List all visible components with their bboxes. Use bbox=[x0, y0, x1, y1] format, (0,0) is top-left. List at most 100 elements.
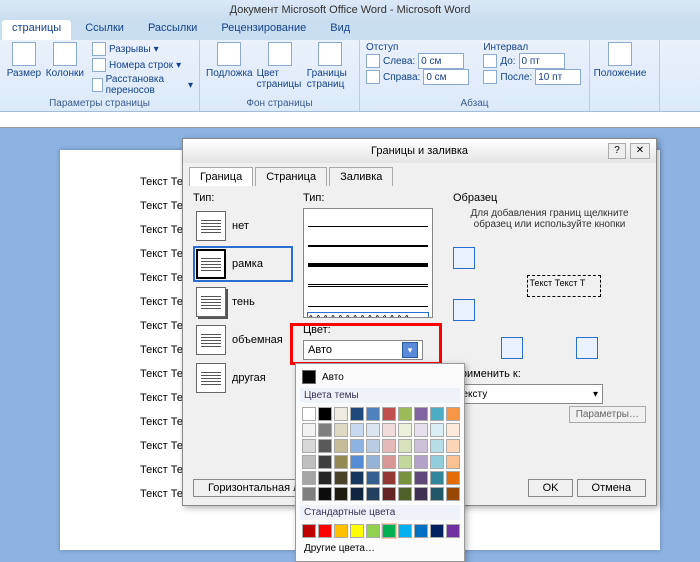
dialog-help-button[interactable]: ? bbox=[608, 143, 626, 159]
color-dropdown[interactable]: Авто ▾ bbox=[303, 340, 423, 360]
border-bottom-button[interactable] bbox=[453, 299, 475, 321]
border-right-button[interactable] bbox=[576, 337, 598, 359]
ribbon-tab-2[interactable]: Рассылки bbox=[138, 20, 207, 40]
color-swatch[interactable] bbox=[382, 471, 396, 485]
color-swatch[interactable] bbox=[318, 487, 332, 501]
color-swatch[interactable] bbox=[398, 439, 412, 453]
preset-custom[interactable]: другая bbox=[193, 360, 293, 396]
dialog-tab-border[interactable]: Граница bbox=[189, 167, 253, 186]
color-swatch[interactable] bbox=[430, 487, 444, 501]
ribbon-tab-3[interactable]: Рецензирование bbox=[211, 20, 316, 40]
hyphenation-button[interactable]: Расстановка переносов▾ bbox=[92, 74, 193, 96]
color-swatch[interactable] bbox=[334, 407, 348, 421]
color-swatch[interactable] bbox=[414, 407, 428, 421]
ribbon-tab-4[interactable]: Вид bbox=[320, 20, 360, 40]
color-swatch[interactable] bbox=[366, 455, 380, 469]
color-swatch[interactable] bbox=[350, 471, 364, 485]
color-swatch[interactable] bbox=[350, 423, 364, 437]
color-swatch[interactable] bbox=[366, 471, 380, 485]
dialog-close-button[interactable]: ✕ bbox=[630, 143, 650, 159]
page-borders-button[interactable]: Границы страниц bbox=[307, 42, 353, 90]
color-swatch[interactable] bbox=[302, 455, 316, 469]
watermark-button[interactable]: Подложка bbox=[206, 42, 253, 90]
color-swatch[interactable] bbox=[446, 407, 460, 421]
color-swatch[interactable] bbox=[366, 524, 380, 538]
color-swatch[interactable] bbox=[302, 487, 316, 501]
position-button[interactable]: Положение bbox=[596, 42, 644, 79]
color-swatch[interactable] bbox=[414, 471, 428, 485]
color-swatch[interactable] bbox=[318, 455, 332, 469]
color-swatch[interactable] bbox=[334, 524, 348, 538]
color-swatch[interactable] bbox=[446, 423, 460, 437]
dialog-tab-shading[interactable]: Заливка bbox=[329, 167, 393, 186]
color-swatch[interactable] bbox=[302, 407, 316, 421]
color-swatch[interactable] bbox=[334, 487, 348, 501]
color-swatch[interactable] bbox=[318, 439, 332, 453]
color-swatch[interactable] bbox=[334, 439, 348, 453]
color-swatch[interactable] bbox=[366, 439, 380, 453]
color-swatch[interactable] bbox=[446, 471, 460, 485]
color-swatch[interactable] bbox=[446, 439, 460, 453]
color-swatch[interactable] bbox=[430, 423, 444, 437]
color-swatch[interactable] bbox=[398, 524, 412, 538]
preset-shadow[interactable]: тень bbox=[193, 284, 293, 320]
color-swatch[interactable] bbox=[398, 487, 412, 501]
color-swatch[interactable] bbox=[430, 471, 444, 485]
color-swatch[interactable] bbox=[414, 487, 428, 501]
color-swatch[interactable] bbox=[318, 407, 332, 421]
color-swatch[interactable] bbox=[398, 407, 412, 421]
color-swatch[interactable] bbox=[350, 524, 364, 538]
apply-dropdown[interactable]: тексту▾ bbox=[453, 384, 603, 404]
color-swatch[interactable] bbox=[350, 407, 364, 421]
color-swatch[interactable] bbox=[382, 455, 396, 469]
color-swatch[interactable] bbox=[366, 407, 380, 421]
color-swatch[interactable] bbox=[382, 423, 396, 437]
border-top-button[interactable] bbox=[453, 247, 475, 269]
color-swatch[interactable] bbox=[366, 423, 380, 437]
after-input[interactable]: 10 пт bbox=[535, 69, 581, 85]
color-swatch[interactable] bbox=[430, 455, 444, 469]
color-swatch[interactable] bbox=[318, 524, 332, 538]
other-colors-button[interactable]: Другие цвета… bbox=[300, 540, 460, 557]
preset-box[interactable]: рамка bbox=[193, 246, 293, 282]
color-swatch[interactable] bbox=[302, 439, 316, 453]
cancel-button[interactable]: Отмена bbox=[577, 479, 646, 497]
color-swatch[interactable] bbox=[398, 471, 412, 485]
color-swatch[interactable] bbox=[446, 455, 460, 469]
preset-none[interactable]: нет bbox=[193, 208, 293, 244]
color-swatch[interactable] bbox=[302, 471, 316, 485]
palette-auto[interactable]: Авто bbox=[300, 368, 460, 386]
color-swatch[interactable] bbox=[398, 455, 412, 469]
color-swatch[interactable] bbox=[350, 455, 364, 469]
border-left-button[interactable] bbox=[501, 337, 523, 359]
color-swatch[interactable] bbox=[366, 487, 380, 501]
color-swatch[interactable] bbox=[414, 455, 428, 469]
line-numbers-button[interactable]: Номера строк▾ bbox=[92, 58, 193, 72]
columns-button[interactable]: Колонки bbox=[46, 42, 84, 96]
color-swatch[interactable] bbox=[414, 439, 428, 453]
color-swatch[interactable] bbox=[350, 439, 364, 453]
color-swatch[interactable] bbox=[430, 407, 444, 421]
color-swatch[interactable] bbox=[302, 423, 316, 437]
color-swatch[interactable] bbox=[334, 423, 348, 437]
horizontal-ruler[interactable] bbox=[0, 112, 700, 128]
color-swatch[interactable] bbox=[382, 439, 396, 453]
color-swatch[interactable] bbox=[318, 423, 332, 437]
page-color-button[interactable]: Цвет страницы bbox=[257, 42, 303, 90]
color-swatch[interactable] bbox=[350, 487, 364, 501]
color-swatch[interactable] bbox=[430, 524, 444, 538]
ribbon-tab-0[interactable]: страницы bbox=[2, 20, 71, 40]
color-swatch[interactable] bbox=[446, 524, 460, 538]
color-swatch[interactable] bbox=[318, 471, 332, 485]
style-listbox[interactable] bbox=[303, 208, 433, 318]
color-swatch[interactable] bbox=[430, 439, 444, 453]
color-swatch[interactable] bbox=[414, 524, 428, 538]
color-swatch[interactable] bbox=[446, 487, 460, 501]
color-swatch[interactable] bbox=[382, 487, 396, 501]
color-swatch[interactable] bbox=[334, 455, 348, 469]
before-input[interactable]: 0 пт bbox=[519, 53, 565, 69]
color-swatch[interactable] bbox=[382, 524, 396, 538]
preset-3d[interactable]: объемная bbox=[193, 322, 293, 358]
ok-button[interactable]: OK bbox=[528, 479, 574, 497]
color-swatch[interactable] bbox=[414, 423, 428, 437]
